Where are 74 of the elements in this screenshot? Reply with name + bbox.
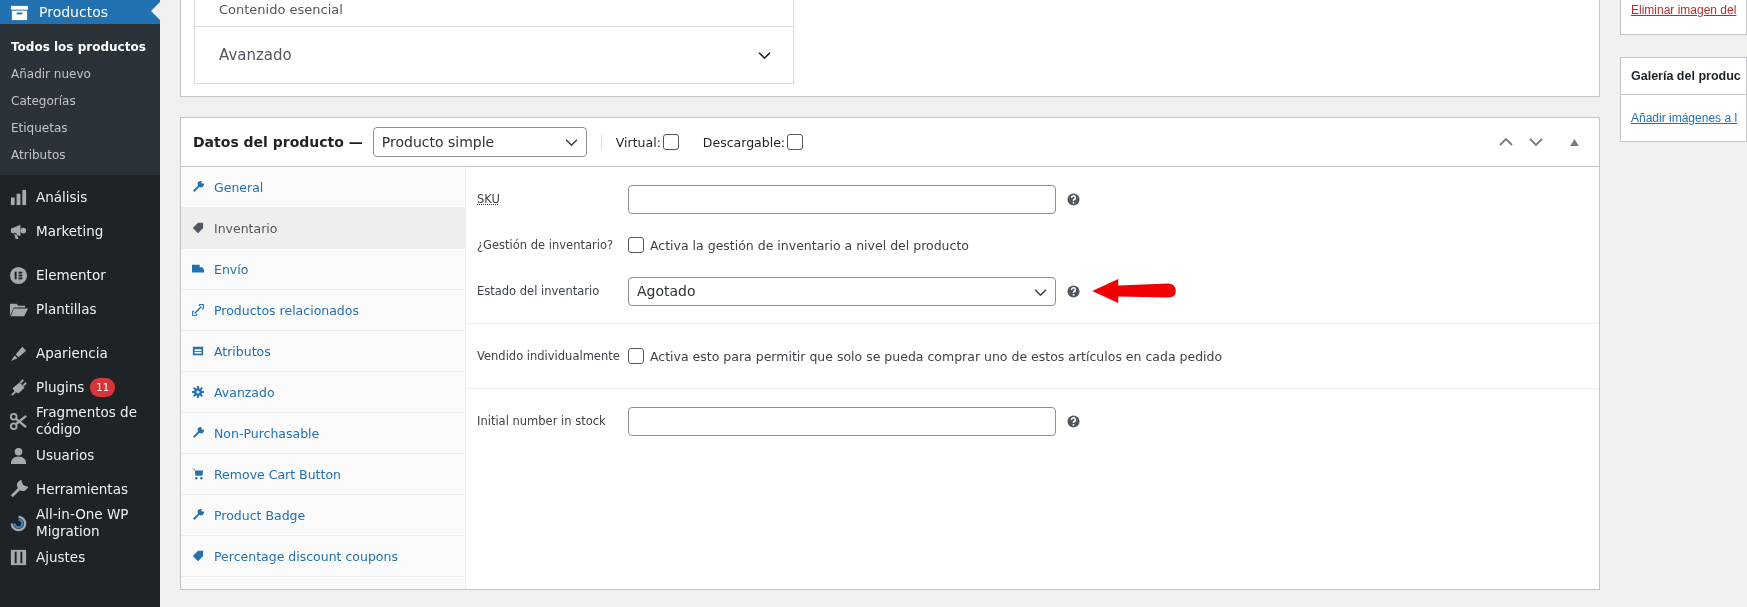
- section-title: Avanzado: [219, 46, 292, 64]
- chevron-down-icon: [564, 138, 578, 147]
- product-type-select[interactable]: Producto simple: [372, 127, 587, 157]
- tag-icon: [192, 550, 204, 562]
- wrench-icon: [9, 479, 28, 499]
- wrench-icon: [192, 509, 204, 521]
- checkbox-label: Activa esto para permitir que solo se pueda comprar uno de estos artículos en cada pedido: [650, 348, 1223, 364]
- collapse-toggle-icon[interactable]: [1570, 138, 1579, 146]
- truck-icon: [192, 263, 204, 275]
- menu-item[interactable]: Usuarios: [0, 438, 160, 472]
- menu-item[interactable]: Plugins 11: [0, 370, 160, 404]
- checkbox[interactable]: [662, 134, 679, 150]
- submenu-item[interactable]: Todos los productos: [0, 34, 160, 61]
- option-label: Descargable:: [702, 134, 786, 150]
- menu-item[interactable]: Herramientas: [0, 472, 160, 506]
- tab[interactable]: Envío: [181, 249, 465, 290]
- input-field[interactable]: [628, 184, 1056, 214]
- menu-item[interactable]: Análisis: [0, 180, 160, 214]
- tab[interactable]: Product Badge: [181, 495, 465, 536]
- chevron-down-icon: [1034, 287, 1047, 297]
- submenu-item[interactable]: Categorías: [0, 88, 160, 115]
- tab[interactable]: Avanzado: [181, 372, 465, 413]
- panel-title: Datos del producto —: [193, 134, 363, 150]
- accordion-section[interactable]: Avanzado: [195, 26, 793, 83]
- list-icon: [192, 345, 204, 357]
- chart-bars-icon: [9, 187, 28, 207]
- circle-icon: [9, 265, 28, 285]
- menu-item[interactable]: Marketing: [0, 214, 160, 248]
- checkbox[interactable]: [628, 348, 644, 364]
- panel-title: Galería del produc: [1621, 58, 1746, 95]
- submenu-item[interactable]: Añadir nuevo: [0, 61, 160, 88]
- accordion-section[interactable]: Contenido esencial: [195, 0, 793, 26]
- input-field[interactable]: [628, 406, 1056, 436]
- tab[interactable]: Inventario: [181, 208, 465, 249]
- help-icon[interactable]: [1067, 192, 1080, 206]
- refresh-icon: [9, 513, 28, 533]
- scissors-icon: [9, 411, 28, 431]
- option-label: Virtual:: [615, 134, 661, 150]
- move-down-icon[interactable]: [1529, 137, 1543, 147]
- submenu-item[interactable]: Etiquetas: [0, 115, 160, 142]
- chevron-down-icon: [758, 50, 771, 60]
- menu-item[interactable]: Elementor: [0, 258, 160, 292]
- field-label: Initial number in stock: [477, 414, 607, 428]
- tag-icon: [192, 222, 204, 234]
- field-label: ¿Gestión de inventario?: [477, 238, 615, 252]
- submenu-item[interactable]: Atributos: [0, 142, 160, 169]
- menu-item[interactable]: Fragmentos de código: [0, 404, 160, 438]
- menu-item[interactable]: Ajustes: [0, 540, 160, 574]
- tab[interactable]: Productos relacionados: [181, 290, 465, 331]
- move-up-icon[interactable]: [1499, 137, 1513, 147]
- help-icon[interactable]: [1067, 284, 1080, 298]
- tab[interactable]: Remove Cart Button: [181, 454, 465, 495]
- field-label: SKU: [477, 192, 501, 206]
- add-images-link[interactable]: Añadir imágenes a l: [1631, 111, 1738, 125]
- count-badge: 11: [90, 377, 116, 397]
- plug-icon: [9, 377, 28, 397]
- tab[interactable]: Atributos: [181, 331, 465, 372]
- cart-icon: [192, 468, 204, 480]
- checkbox[interactable]: [787, 134, 804, 150]
- gear-icon: [192, 386, 204, 398]
- stock-status-select[interactable]: Agotado: [628, 276, 1056, 306]
- wrench-icon: [192, 181, 204, 193]
- tab[interactable]: Non-Purchasable: [181, 413, 465, 454]
- field-label: Estado del inventario: [477, 284, 601, 298]
- help-icon[interactable]: [1067, 414, 1080, 428]
- user-icon: [9, 445, 28, 465]
- menu-item[interactable]: Apariencia: [0, 336, 160, 370]
- tab[interactable]: Percentage discount coupons: [181, 536, 465, 577]
- field-label: Vendido individualmente: [477, 349, 621, 363]
- wrench-icon: [192, 427, 204, 439]
- menu-item[interactable]: Plantillas: [0, 292, 160, 326]
- menu-item[interactable]: All-in-One WP Migration: [0, 506, 160, 540]
- checkbox-label: Activa la gestión de inventario a nivel del producto: [650, 237, 969, 253]
- checkbox[interactable]: [628, 237, 644, 253]
